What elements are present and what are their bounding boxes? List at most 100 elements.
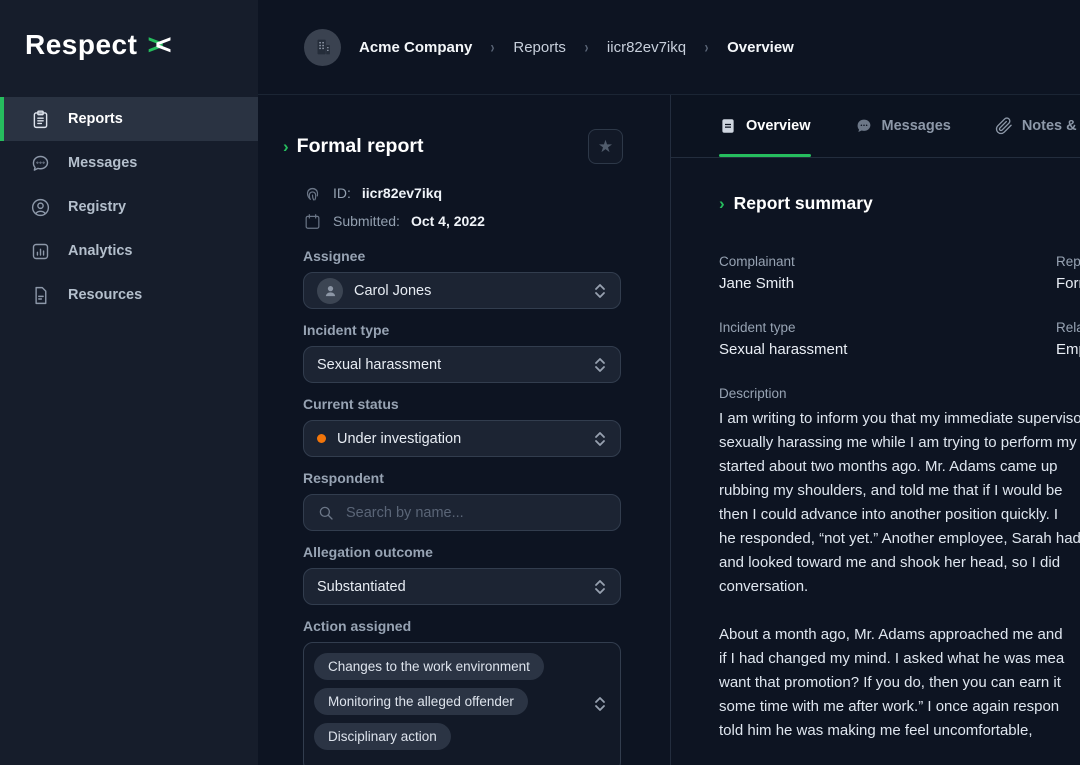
submitted-row: Submitted: Oct 4, 2022 bbox=[303, 207, 670, 235]
paperclip-icon bbox=[995, 117, 1013, 135]
breadcrumb: Acme Company › Reports › iicr82ev7ikq › … bbox=[258, 0, 1080, 95]
select-chevrons-icon bbox=[593, 283, 607, 299]
description-paragraph: I am writing to inform you that my immed… bbox=[719, 407, 1080, 599]
id-value: iicr82ev7ikq bbox=[362, 185, 442, 201]
tab-label: Notes & Statements bbox=[1022, 118, 1080, 134]
incident-type-label: Incident type bbox=[719, 320, 1056, 335]
sidebar-item-messages[interactable]: Messages bbox=[0, 141, 258, 185]
assignee-avatar bbox=[317, 278, 343, 304]
brand-x-icon: >< bbox=[147, 29, 172, 61]
report-id-row: ID: iicr82ev7ikq bbox=[303, 179, 670, 207]
action-assigned-multiselect[interactable]: Changes to the work environment Monitori… bbox=[303, 642, 621, 765]
sidebar-nav: Reports Messages Registry Analytics Reso… bbox=[0, 97, 258, 317]
current-status-label: Current status bbox=[303, 396, 621, 412]
summary-title: Report summary bbox=[734, 193, 873, 214]
bar-chart-icon bbox=[30, 241, 51, 262]
sidebar-item-resources[interactable]: Resources bbox=[0, 273, 258, 317]
sidebar-item-label: Reports bbox=[68, 111, 123, 127]
report-type-value: Formal bbox=[1056, 275, 1080, 292]
select-chevrons-icon bbox=[593, 696, 607, 712]
sidebar: Respect >< Reports Messages Registry Ana… bbox=[0, 0, 258, 765]
report-title: Formal report bbox=[297, 135, 424, 158]
breadcrumb-company[interactable]: Acme Company bbox=[359, 39, 472, 56]
breadcrumb-reports[interactable]: Reports bbox=[513, 39, 566, 56]
action-assigned-label: Action assigned bbox=[303, 618, 621, 634]
sidebar-item-label: Registry bbox=[68, 199, 126, 215]
chevron-right-icon: › bbox=[283, 138, 289, 155]
sidebar-item-registry[interactable]: Registry bbox=[0, 185, 258, 229]
allegation-outcome-label: Allegation outcome bbox=[303, 544, 621, 560]
chevron-right-icon: › bbox=[719, 195, 725, 212]
report-summary-panel: Overview Messages Notes & Statements › R… bbox=[671, 95, 1080, 765]
respondent-search[interactable] bbox=[303, 494, 621, 531]
current-status-field: Current status Under investigation bbox=[303, 396, 621, 457]
person-icon bbox=[323, 283, 338, 298]
summary-content: › Report summary Complainant Jane Smith … bbox=[671, 158, 1080, 743]
chevron-right-icon: › bbox=[705, 38, 709, 57]
tab-bar: Overview Messages Notes & Statements bbox=[671, 95, 1080, 158]
description-paragraph: About a month ago, Mr. Adams approached … bbox=[719, 623, 1080, 743]
tab-notes-statements[interactable]: Notes & Statements bbox=[995, 95, 1080, 157]
assignee-value: Carol Jones bbox=[354, 283, 431, 299]
description-section: Description I am writing to inform you t… bbox=[719, 386, 1080, 743]
select-chevrons-icon bbox=[593, 357, 607, 373]
assignee-select[interactable]: Carol Jones bbox=[303, 272, 621, 309]
current-status-value: Under investigation bbox=[337, 431, 461, 447]
brand-logo: Respect >< bbox=[0, 0, 258, 61]
incident-type-value: Sexual harassment bbox=[719, 341, 1056, 358]
assignee-label: Assignee bbox=[303, 248, 621, 264]
sidebar-item-reports[interactable]: Reports bbox=[0, 97, 258, 141]
report-meta: ID: iicr82ev7ikq Submitted: Oct 4, 2022 bbox=[303, 179, 670, 235]
tab-label: Overview bbox=[746, 118, 811, 134]
summary-heading: › Report summary bbox=[719, 190, 1080, 216]
clipboard-icon bbox=[30, 109, 51, 130]
incident-type-value: Sexual harassment bbox=[317, 357, 441, 373]
incident-type-cell: Incident type Sexual harassment bbox=[719, 320, 1056, 358]
respondent-label: Respondent bbox=[303, 470, 621, 486]
respondent-search-input[interactable] bbox=[346, 505, 566, 521]
tab-overview[interactable]: Overview bbox=[719, 95, 811, 157]
sidebar-item-label: Analytics bbox=[68, 243, 132, 259]
chat-bubble-icon bbox=[30, 153, 51, 174]
building-icon bbox=[312, 36, 334, 58]
fingerprint-icon bbox=[303, 184, 322, 203]
star-icon: ★ bbox=[598, 137, 613, 157]
respondent-field: Respondent bbox=[303, 470, 621, 531]
chevron-right-icon: › bbox=[491, 38, 495, 57]
relationship-value: Employee bbox=[1056, 341, 1080, 358]
allegation-outcome-select[interactable]: Substantiated bbox=[303, 568, 621, 605]
complainant-label: Complainant bbox=[719, 254, 1056, 269]
chevron-right-icon: › bbox=[584, 38, 588, 57]
incident-type-field: Incident type Sexual harassment bbox=[303, 322, 621, 383]
current-status-select[interactable]: Under investigation bbox=[303, 420, 621, 457]
document-filled-icon bbox=[719, 117, 737, 135]
calendar-icon bbox=[303, 212, 322, 231]
tab-label: Messages bbox=[882, 118, 951, 134]
sidebar-item-analytics[interactable]: Analytics bbox=[0, 229, 258, 273]
status-dot-icon bbox=[317, 434, 326, 443]
report-type-label: Report type bbox=[1056, 254, 1080, 269]
complainant-cell: Complainant Jane Smith bbox=[719, 254, 1056, 292]
incident-type-select[interactable]: Sexual harassment bbox=[303, 346, 621, 383]
favorite-star-button[interactable]: ★ bbox=[588, 129, 623, 164]
person-circle-icon bbox=[30, 197, 51, 218]
sidebar-item-label: Messages bbox=[68, 155, 137, 171]
relationship-cell: Relationship Employee bbox=[1056, 320, 1080, 358]
search-icon bbox=[317, 504, 335, 522]
brand-name: Respect bbox=[25, 29, 137, 61]
action-assigned-field: Action assigned Changes to the work envi… bbox=[303, 618, 621, 765]
report-detail-panel: › Formal report ★ ID: iicr82ev7ikq Submi… bbox=[258, 95, 671, 765]
tab-messages[interactable]: Messages bbox=[855, 95, 951, 157]
assignee-field: Assignee Carol Jones bbox=[303, 248, 621, 309]
breadcrumb-report-id[interactable]: iicr82ev7ikq bbox=[607, 39, 686, 56]
action-pill: Monitoring the alleged offender bbox=[314, 688, 528, 715]
company-avatar[interactable] bbox=[304, 29, 341, 66]
submitted-label: Submitted: bbox=[333, 213, 400, 229]
app-window: Respect >< Reports Messages Registry Ana… bbox=[0, 0, 1080, 765]
report-type-cell: Report type Formal bbox=[1056, 254, 1080, 292]
action-pill: Disciplinary action bbox=[314, 723, 451, 750]
incident-type-label: Incident type bbox=[303, 322, 621, 338]
id-label: ID: bbox=[333, 185, 351, 201]
breadcrumb-overview[interactable]: Overview bbox=[727, 39, 794, 56]
document-icon bbox=[30, 285, 51, 306]
